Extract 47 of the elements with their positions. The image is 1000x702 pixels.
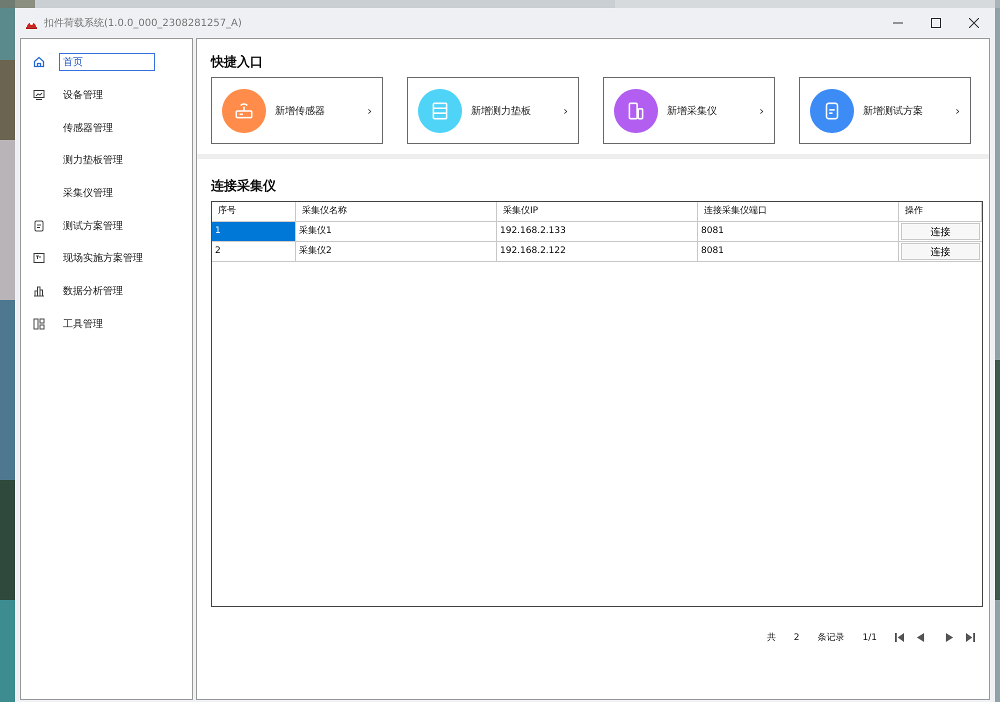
connect-button[interactable]: 连接 <box>901 243 980 260</box>
table-cell: 8081 <box>698 242 899 261</box>
column-header: 连接采集仪端口 <box>698 202 899 221</box>
layout-icon <box>33 318 45 330</box>
monitor-icon <box>33 89 45 102</box>
connect-button[interactable]: 连接 <box>901 223 980 240</box>
sidebar-item[interactable]: 数据分析管理 <box>59 282 127 300</box>
section-title: 连接采集仪 <box>211 178 277 195</box>
quick-entry-card[interactable]: 新增测力垫板 › <box>407 77 579 144</box>
board-icon <box>33 252 45 264</box>
column-header: 操作 <box>899 202 982 221</box>
sidebar-item[interactable]: 传感器管理 <box>59 118 117 137</box>
last-page-icon[interactable] <box>966 633 975 642</box>
sidebar-item[interactable]: 设备管理 <box>59 86 107 104</box>
quick-entry-card[interactable]: 新增采集仪 › <box>603 77 775 144</box>
bar-chart-icon <box>33 285 45 298</box>
first-page-icon[interactable] <box>895 633 904 642</box>
pager-text: 条记录 <box>818 632 845 644</box>
table-cell: 1 <box>212 222 296 241</box>
table-cell: 2 <box>212 242 296 261</box>
table-cell: 192.168.2.133 <box>497 222 698 241</box>
home-icon <box>33 56 45 68</box>
quick-entry-card[interactable]: 新增测试方案 › <box>799 77 971 144</box>
previous-page-icon[interactable] <box>916 633 925 642</box>
quick-entry-card[interactable]: 新增传感器 › <box>211 77 383 144</box>
sidebar-item[interactable]: 采集仪管理 <box>59 184 117 202</box>
table-cell: 采集仪1 <box>296 222 497 241</box>
table-cell: 8081 <box>698 222 899 241</box>
sidebar-item[interactable]: 工具管理 <box>59 314 107 333</box>
document-icon <box>33 220 45 232</box>
close-icon[interactable] <box>969 18 979 28</box>
column-header: 采集仪IP <box>497 202 698 221</box>
table-cell: 采集仪2 <box>296 242 497 261</box>
sidebar-item[interactable]: 现场实施方案管理 <box>59 249 147 268</box>
sidebar-item[interactable]: 首页 <box>59 53 155 72</box>
pager-text: 共 <box>766 632 776 644</box>
page-number: 1/1 <box>862 632 877 642</box>
sidebar-item[interactable]: 测试方案管理 <box>59 216 127 235</box>
sidebar-item[interactable]: 测力垫板管理 <box>59 151 127 170</box>
table-cell: 192.168.2.122 <box>497 242 698 261</box>
section-title: 快捷入口 <box>211 54 264 71</box>
record-count: 2 <box>794 632 800 642</box>
column-header: 采集仪名称 <box>296 202 497 221</box>
column-header: 序号 <box>212 202 296 221</box>
next-page-icon[interactable] <box>945 633 954 642</box>
maximize-icon[interactable] <box>931 18 941 28</box>
window-title: 扣件荷载系统(1.0.0_000_2308281257_A) <box>44 16 242 30</box>
